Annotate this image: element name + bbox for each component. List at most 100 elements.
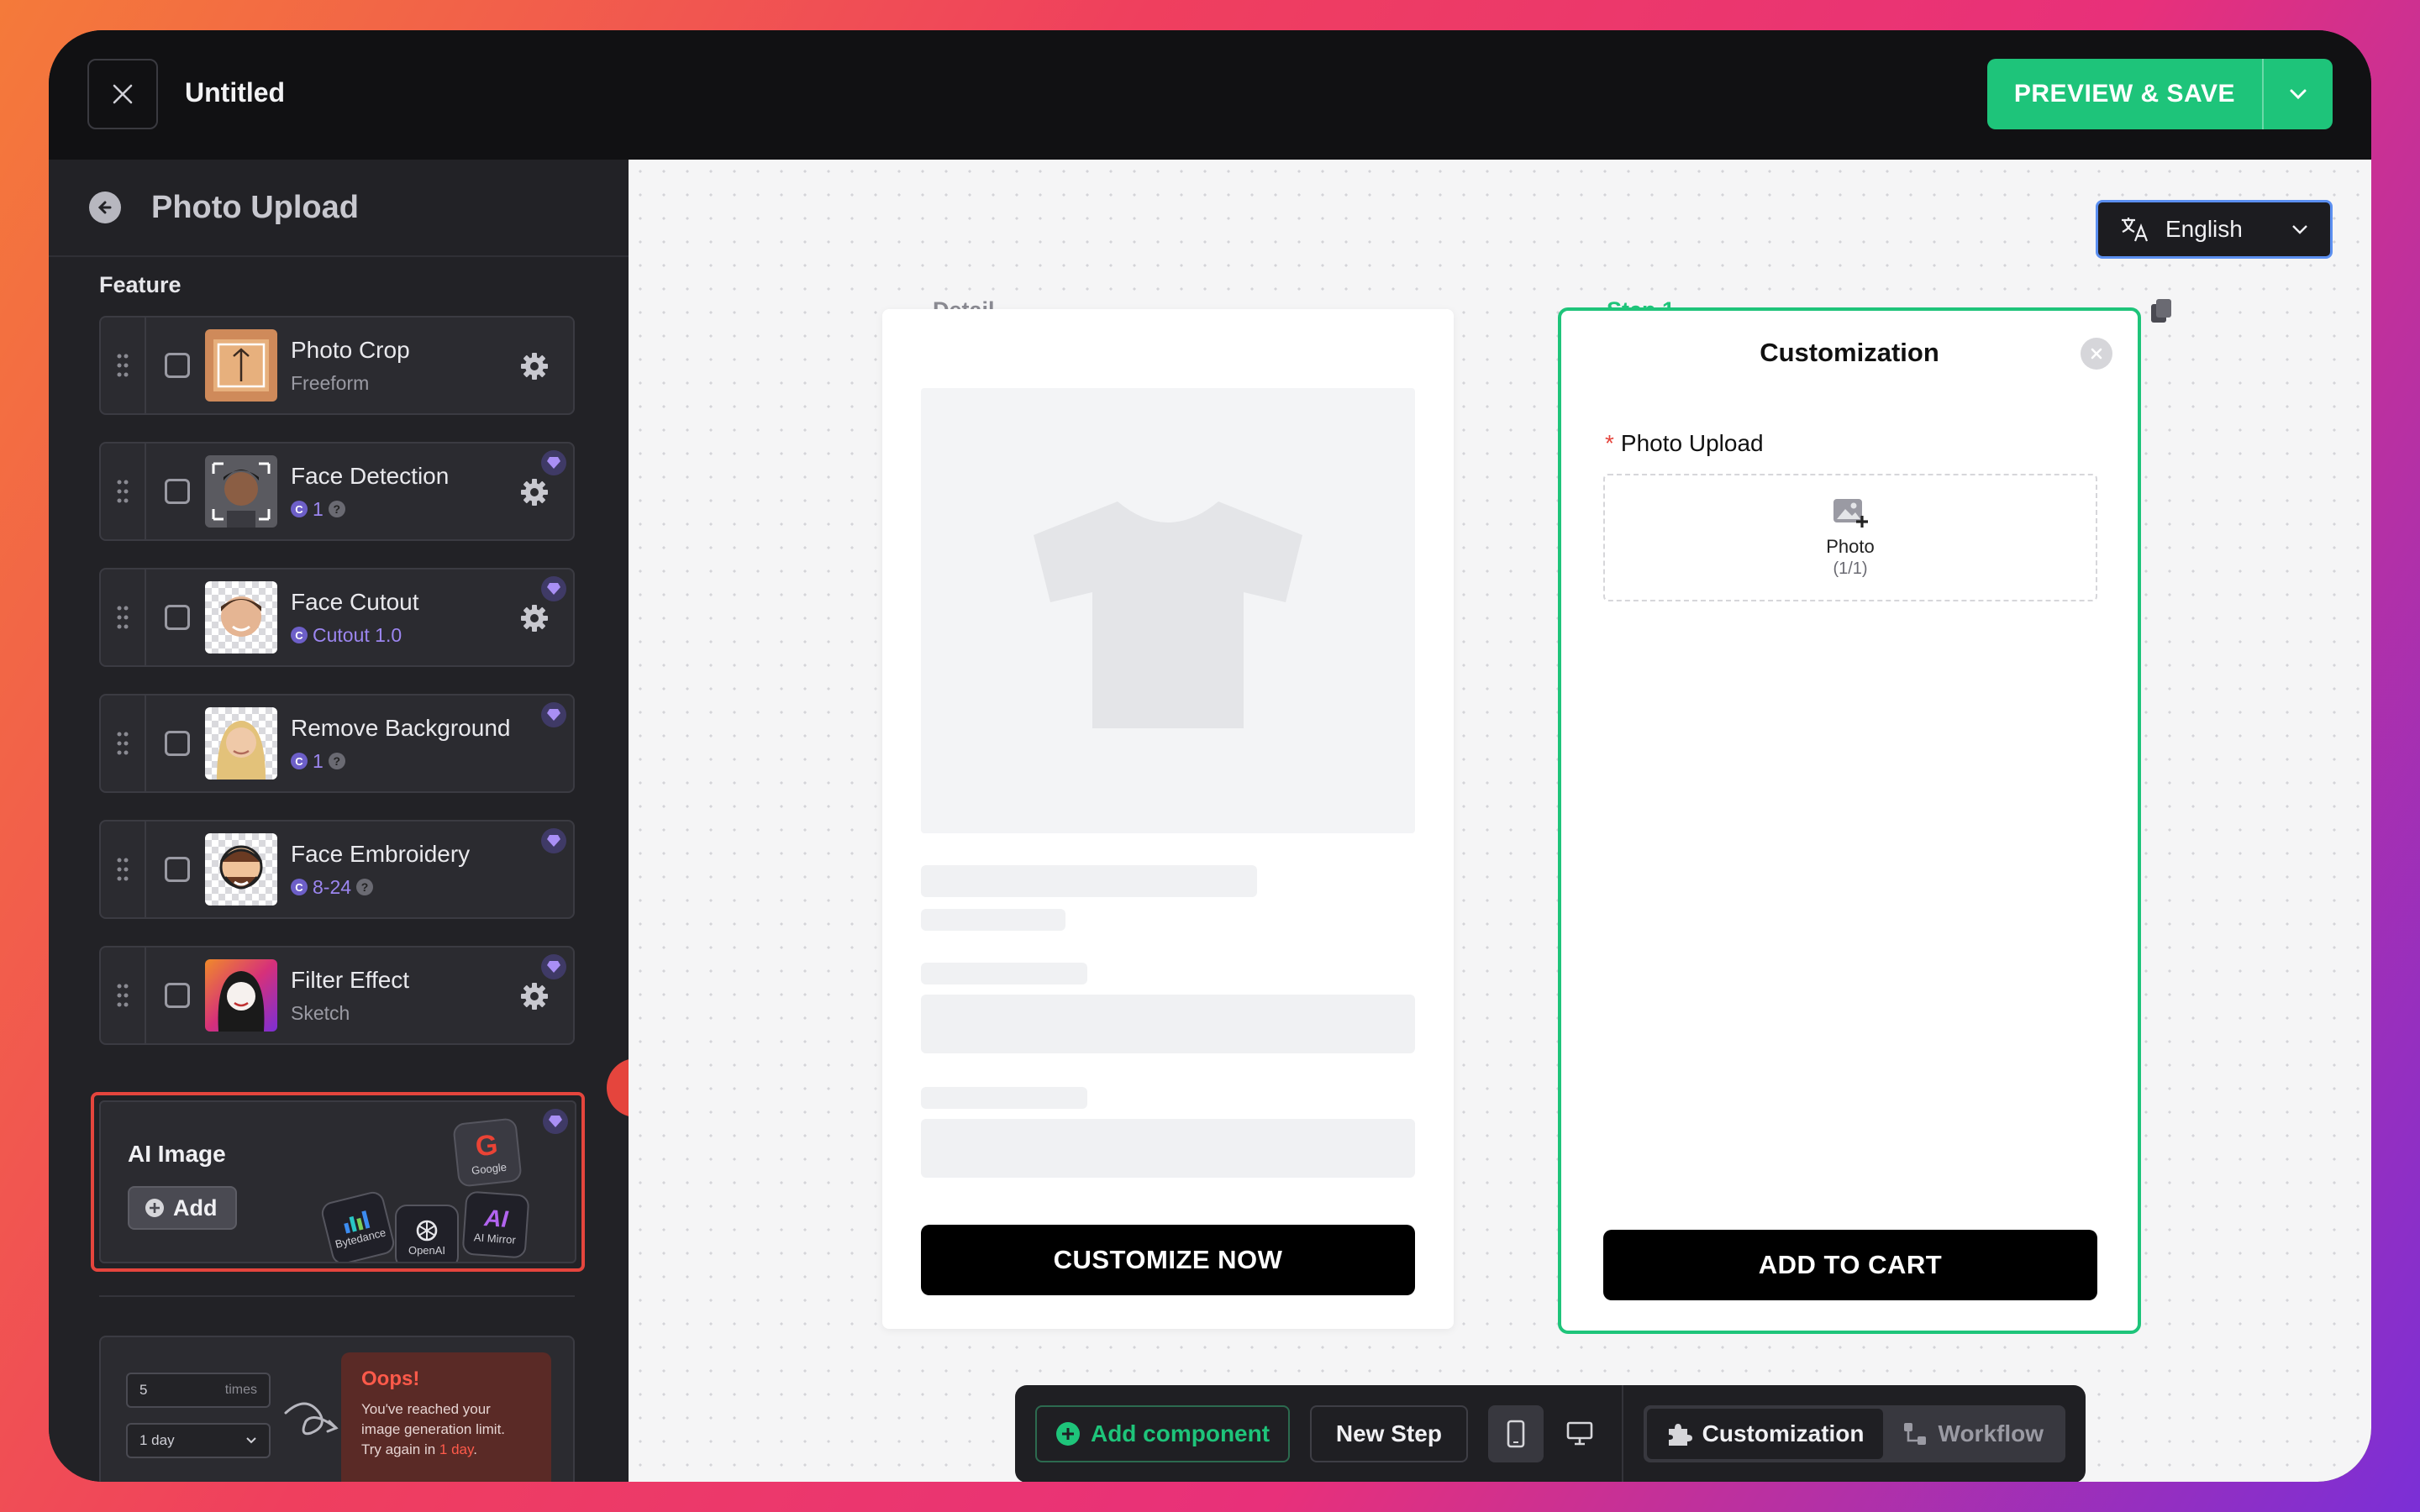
skeleton-line bbox=[921, 963, 1087, 984]
oops-title: Oops! bbox=[361, 1368, 420, 1390]
feature-face-embroidery[interactable]: Face Embroidery C 8-24? bbox=[99, 820, 575, 919]
photo-upload-label: * Photo Upload bbox=[1605, 430, 1764, 456]
feature-name: Face Cutout bbox=[291, 588, 419, 615]
gear-icon[interactable] bbox=[519, 477, 550, 507]
times-input[interactable]: 5 times bbox=[126, 1373, 271, 1408]
bottom-toolbar: Add component New Step Customization Wor… bbox=[1015, 1385, 2086, 1482]
curved-arrow-icon bbox=[284, 1402, 339, 1436]
remove-background-thumbnail bbox=[205, 707, 277, 780]
help-icon[interactable]: ? bbox=[356, 879, 374, 895]
premium-gem-icon bbox=[541, 702, 566, 727]
feature-checkbox[interactable] bbox=[165, 605, 190, 630]
app-window: Untitled PREVIEW & SAVE Photo Upload Fea… bbox=[49, 30, 2371, 1482]
photo-crop-thumbnail bbox=[205, 329, 277, 402]
skeleton-line bbox=[921, 909, 1065, 931]
skeleton-block bbox=[921, 995, 1415, 1053]
feature-name: Filter Effect bbox=[291, 966, 410, 993]
feature-subtitle: C 8-24? bbox=[291, 876, 470, 899]
gear-icon[interactable] bbox=[519, 603, 550, 633]
sidebar-title: Photo Upload bbox=[151, 189, 359, 225]
mobile-view-button[interactable] bbox=[1487, 1405, 1544, 1462]
feature-subtitle: C 1? bbox=[291, 750, 510, 773]
gear-icon[interactable] bbox=[519, 351, 550, 381]
drag-handle-icon[interactable] bbox=[101, 696, 146, 791]
add-component-button[interactable]: Add component bbox=[1035, 1405, 1291, 1462]
desktop-view-button[interactable] bbox=[1552, 1405, 1607, 1462]
photo-count: (1/1) bbox=[1833, 559, 1868, 578]
photo-dropzone[interactable]: Photo (1/1) bbox=[1603, 474, 2097, 601]
feature-checkbox[interactable] bbox=[165, 479, 190, 504]
customize-now-button[interactable]: CUSTOMIZE NOW bbox=[921, 1225, 1415, 1295]
feature-checkbox[interactable] bbox=[165, 731, 190, 756]
premium-gem-icon bbox=[541, 954, 566, 979]
tab-customization[interactable]: Customization bbox=[1646, 1409, 1883, 1459]
help-icon[interactable]: ? bbox=[328, 753, 345, 769]
feature-filter-effect[interactable]: Filter Effect Sketch bbox=[99, 946, 575, 1045]
feature-subtitle: C 1? bbox=[291, 498, 449, 521]
drag-handle-icon[interactable] bbox=[101, 948, 146, 1043]
ai-image-add-button[interactable]: Add bbox=[128, 1186, 238, 1230]
plus-circle-icon bbox=[145, 1199, 164, 1217]
close-icon bbox=[113, 84, 133, 104]
save-options-button[interactable] bbox=[2262, 59, 2333, 129]
bytedance-logo: Bytedance bbox=[318, 1189, 397, 1262]
skeleton-line bbox=[921, 1087, 1087, 1109]
copy-icon[interactable] bbox=[2148, 297, 2175, 326]
save-button-group: PREVIEW & SAVE bbox=[1986, 59, 2333, 129]
feature-remove-background[interactable]: Remove Background C 1? bbox=[99, 694, 575, 793]
gear-icon[interactable] bbox=[519, 981, 550, 1011]
google-logo: G Google bbox=[452, 1117, 523, 1188]
tab-workflow[interactable]: Workflow bbox=[1883, 1409, 2062, 1459]
period-select[interactable]: 1 day bbox=[126, 1423, 271, 1458]
premium-gem-icon bbox=[541, 576, 566, 601]
back-arrow-icon[interactable] bbox=[89, 192, 121, 223]
preview-save-button[interactable]: PREVIEW & SAVE bbox=[1987, 59, 2262, 129]
feature-subtitle: Freeform bbox=[291, 371, 370, 394]
mobile-icon bbox=[1507, 1420, 1525, 1448]
face-embroidery-thumbnail bbox=[205, 833, 277, 906]
credit-icon: C bbox=[291, 501, 308, 517]
feature-subtitle: Sketch bbox=[291, 1001, 350, 1024]
chevron-down-icon bbox=[2292, 225, 2307, 234]
drag-handle-icon[interactable] bbox=[101, 822, 146, 917]
language-select[interactable]: English bbox=[2096, 200, 2333, 259]
feature-face-detection[interactable]: Face Detection C 1? bbox=[99, 442, 575, 541]
new-step-button[interactable]: New Step bbox=[1310, 1405, 1468, 1462]
limit-reached-message: Oops! You've reached your image generati… bbox=[341, 1352, 551, 1482]
feature-checkbox[interactable] bbox=[165, 353, 190, 378]
oops-text: You've reached your image generation lim… bbox=[361, 1401, 506, 1457]
add-to-cart-button[interactable]: ADD TO CART bbox=[1603, 1230, 2097, 1300]
feature-list: Photo Crop Freeform Face Detection C1? bbox=[99, 316, 575, 1072]
product-image-placeholder bbox=[921, 388, 1415, 833]
premium-gem-icon bbox=[541, 450, 566, 475]
ai-mirror-logo: AI AI Mirror bbox=[461, 1190, 530, 1259]
feature-subtitle: C Cutout 1.0 bbox=[291, 624, 419, 647]
tshirt-icon bbox=[1034, 495, 1302, 728]
view-mode-toggle: Customization Workflow bbox=[1643, 1405, 2065, 1462]
generation-limit-card[interactable]: 5 times 1 day Oops! You've reached your … bbox=[99, 1336, 575, 1482]
feature-photo-crop[interactable]: Photo Crop Freeform bbox=[99, 316, 575, 415]
drag-handle-icon[interactable] bbox=[101, 318, 146, 413]
close-button[interactable] bbox=[87, 59, 158, 129]
feature-face-cutout[interactable]: Face Cutout C Cutout 1.0 bbox=[99, 568, 575, 667]
premium-gem-icon bbox=[543, 1109, 568, 1134]
credit-icon: C bbox=[291, 879, 308, 895]
drag-handle-icon[interactable] bbox=[101, 444, 146, 539]
feature-checkbox[interactable] bbox=[165, 983, 190, 1008]
sidebar-header: Photo Upload bbox=[49, 160, 629, 257]
feature-name: Face Embroidery bbox=[291, 840, 471, 867]
document-title[interactable]: Untitled bbox=[185, 77, 285, 108]
face-cutout-thumbnail bbox=[205, 581, 277, 654]
help-icon[interactable]: ? bbox=[328, 501, 345, 517]
close-button[interactable] bbox=[2081, 338, 2112, 370]
feature-checkbox[interactable] bbox=[165, 857, 190, 882]
translate-icon bbox=[2122, 218, 2149, 242]
skeleton-line bbox=[921, 865, 1257, 897]
premium-gem-icon bbox=[541, 828, 566, 853]
drag-handle-icon[interactable] bbox=[101, 570, 146, 665]
close-icon bbox=[2091, 348, 2102, 360]
ai-image-card[interactable]: AI Image Add G Google Bytedance OpenAI A… bbox=[91, 1092, 585, 1272]
face-detection-thumbnail bbox=[205, 455, 277, 528]
ai-image-title: AI Image bbox=[128, 1141, 226, 1167]
toolbar-divider bbox=[1621, 1385, 1623, 1482]
